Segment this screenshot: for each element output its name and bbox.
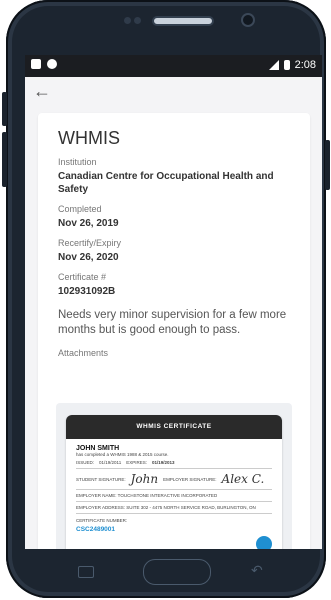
certificate-signatures-row: STUDENT SIGNATURE: John EMPLOYER SIGNATU… — [76, 469, 272, 490]
phone-frame: 2:08 ← WHMIS Institution Canadian Centre… — [2, 0, 330, 598]
front-camera — [241, 13, 255, 27]
power-button — [325, 140, 330, 190]
record-card: WHMIS Institution Canadian Centre for Oc… — [38, 113, 310, 549]
expiry-label: Recertify/Expiry — [58, 238, 122, 248]
expiry-value: Nov 26, 2020 — [58, 252, 119, 263]
issued-value: 01/19/2011 — [99, 460, 122, 465]
recent-apps-icon[interactable] — [78, 566, 94, 578]
institution-label: Institution — [58, 157, 97, 167]
issued-label: ISSUED: — [76, 460, 95, 465]
top-bezel — [6, 0, 326, 55]
certificate-header: WHMIS CERTIFICATE — [66, 415, 282, 439]
certificate-name: JOHN SMITH — [76, 445, 120, 452]
employer-name-row: EMPLOYER NAME: TOUCHSTONE INTERACTIVE IN… — [76, 490, 272, 502]
completed-value: Nov 26, 2019 — [58, 218, 119, 229]
volume-down-button — [2, 132, 7, 187]
status-bar: 2:08 — [25, 55, 322, 77]
certificate-dates-row: ISSUED: 01/19/2011 EXPIRES: 01/19/2013 — [76, 457, 272, 469]
expires-value: 01/19/2013 — [151, 460, 175, 465]
app-bar: ← — [25, 77, 322, 107]
institution-value: Canadian Centre for Occupational Health … — [58, 171, 274, 195]
student-signature: John — [130, 472, 159, 486]
certificate-value: 102931092B — [58, 286, 116, 297]
expires-label: EXPIRES: — [126, 460, 147, 465]
completed-label: Completed — [58, 204, 102, 214]
certificate-image: WHMIS CERTIFICATE JOHN SMITH has complet… — [66, 415, 282, 549]
certificate-number-label: CERTIFICATE NUMBER: — [76, 518, 128, 523]
sensor-dot — [134, 17, 141, 24]
employer-signature-label: EMPLOYER SIGNATURE: — [163, 476, 217, 482]
sensor-dot — [124, 17, 131, 24]
back-icon[interactable]: ↶ — [251, 562, 269, 578]
employer-signature: Alex C. — [221, 472, 265, 486]
notes-text: Needs very minor supervision for a few m… — [58, 309, 287, 336]
attachment-thumbnail[interactable]: WHMIS CERTIFICATE JOHN SMITH has complet… — [56, 403, 292, 549]
signal-icon — [268, 60, 279, 70]
volume-up-button — [2, 92, 7, 126]
record-title: WHMIS — [58, 128, 120, 148]
certificate-number-value: CSC2489001 — [76, 526, 116, 533]
status-time: 2:08 — [294, 59, 316, 71]
hard-hat-badge-icon — [256, 536, 272, 549]
employer-name: EMPLOYER NAME: TOUCHSTONE INTERACTIVE IN… — [76, 493, 218, 498]
arrow-left-icon[interactable]: ← — [33, 81, 51, 102]
android-icon — [47, 59, 57, 69]
notification-icon — [31, 59, 41, 69]
navigation-bezel: ↶ — [6, 549, 326, 598]
speaker-grille — [152, 16, 214, 26]
student-signature-label: STUDENT SIGNATURE: — [76, 476, 126, 482]
attachments-label: Attachments — [58, 348, 109, 358]
battery-icon — [283, 60, 290, 70]
home-button[interactable] — [143, 559, 211, 585]
certificate-label: Certificate # — [58, 272, 107, 282]
employer-address-row: EMPLOYER ADDRESS: SUITE 302 - 4475 NORTH… — [76, 502, 272, 514]
screen: 2:08 ← WHMIS Institution Canadian Centre… — [25, 55, 322, 549]
employer-address: EMPLOYER ADDRESS: SUITE 302 - 4475 NORTH… — [76, 505, 256, 510]
